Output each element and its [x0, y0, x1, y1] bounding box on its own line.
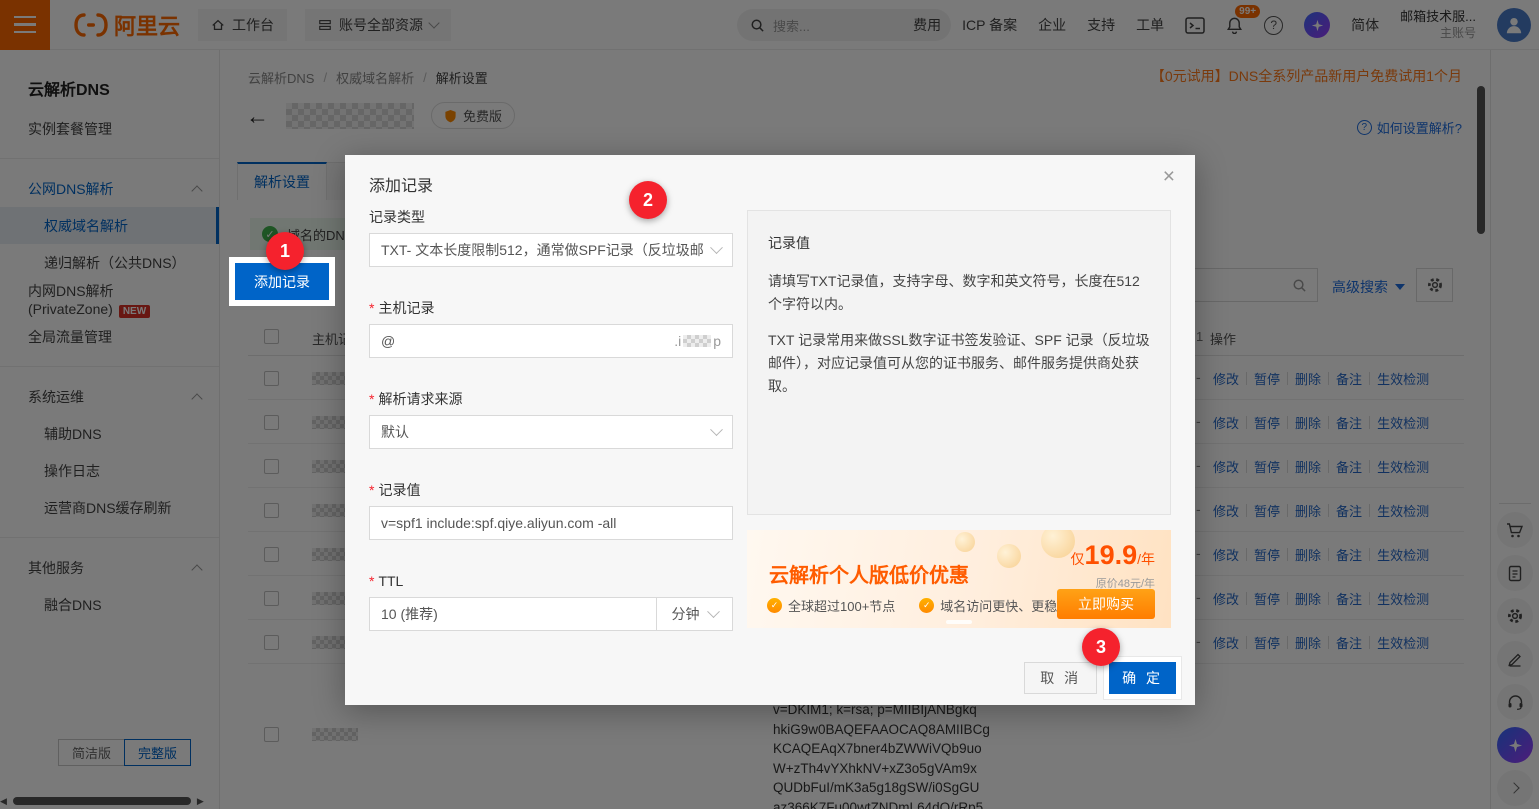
promo-price: 仅 19.9 /年 [1071, 540, 1155, 571]
host-record-input[interactable]: @ .i p [369, 324, 733, 358]
ttl-input[interactable]: 10 (推荐) 分钟 [369, 597, 733, 631]
buy-now-button[interactable]: 立即购买 [1057, 589, 1155, 619]
cancel-button[interactable]: 取 消 [1024, 662, 1097, 694]
help-paragraph-1: 请填写TXT记录值，支持字母、数字和英文符号，长度在512个字符以内。 [768, 270, 1150, 316]
price-prefix: 仅 [1071, 549, 1085, 569]
ttl-unit-value: 分钟 [672, 604, 700, 624]
promo-bullet-text: 域名访问更快、更稳定 [940, 596, 1070, 615]
record-type-value: TXT- 文本长度限制512，通常做SPF记录（反垃圾邮件） [381, 240, 704, 260]
domain-suffix-blurred [683, 335, 711, 347]
record-value-help: 记录值 请填写TXT记录值，支持字母、数字和英文符号，长度在512个字符以内。 … [747, 210, 1171, 515]
host-record-value: @ [381, 333, 395, 349]
record-type-label: 记录类型 [369, 207, 425, 227]
close-icon[interactable]: × [1163, 166, 1175, 188]
field-record-value: *记录值 v=spf1 include:spf.qiye.aliyun.com … [369, 480, 733, 540]
field-host-record: *主机记录 @ .i p [369, 298, 733, 358]
price-unit: /年 [1137, 549, 1155, 569]
promo-bullet-text: 全球超过100+节点 [788, 596, 895, 615]
chevron-down-icon [710, 241, 723, 254]
suffix-suffix: p [713, 333, 721, 349]
chevron-down-icon [707, 605, 720, 618]
check-icon: ✓ [767, 598, 782, 613]
price-value: 19.9 [1085, 540, 1138, 571]
field-request-line: *解析请求来源 默认 [369, 389, 733, 449]
request-line-label: 解析请求来源 [378, 389, 462, 409]
step-badge-1: 1 [266, 232, 304, 270]
record-value-value: v=spf1 include:spf.qiye.aliyun.com -all [381, 515, 616, 531]
request-line-value: 默认 [381, 422, 409, 442]
check-icon: ✓ [919, 598, 934, 613]
record-value-label: 记录值 [378, 480, 420, 500]
required-mark: * [369, 482, 374, 498]
promo-bullet: ✓ 域名访问更快、更稳定 [919, 596, 1070, 615]
promo-bullet: ✓ 全球超过100+节点 [767, 596, 895, 615]
coin-decoration [997, 544, 1021, 568]
carousel-indicator [946, 620, 972, 624]
help-panel: 记录值 请填写TXT记录值，支持字母、数字和英文符号，长度在512个字符以内。 … [747, 210, 1171, 515]
chevron-down-icon [710, 423, 723, 436]
confirm-button[interactable]: 确 定 [1109, 662, 1176, 694]
modal-title: 添加记录 [369, 172, 433, 196]
page: 阿里云 工作台 账号全部资源 搜索... 费用ICP 备案企业支持工单 99+ … [0, 0, 1539, 809]
host-record-domain-suffix: .i p [674, 333, 721, 349]
help-paragraph-2: TXT 记录常用来做SSL数字证书签发验证、SPF 记录（反垃圾邮件），对应记录… [768, 329, 1150, 398]
required-mark: * [369, 573, 374, 589]
record-type-select[interactable]: TXT- 文本长度限制512，通常做SPF记录（反垃圾邮件） [369, 233, 733, 267]
ttl-unit-select[interactable]: 分钟 [656, 598, 732, 630]
field-record-type: 记录类型 TXT- 文本长度限制512，通常做SPF记录（反垃圾邮件） [369, 207, 733, 267]
ttl-label: TTL [378, 573, 403, 589]
field-ttl: *TTL 10 (推荐) 分钟 [369, 571, 733, 631]
required-mark: * [369, 391, 374, 407]
suffix-prefix: .i [674, 333, 681, 349]
add-record-form: 记录类型 TXT- 文本长度限制512，通常做SPF记录（反垃圾邮件） *主机记… [369, 207, 733, 662]
host-record-label: 主机记录 [378, 298, 434, 318]
promo-banner[interactable]: 云解析个人版低价优惠 仅 19.9 /年 原价48元/年 ✓全球超过100+节点… [747, 530, 1171, 628]
record-value-input[interactable]: v=spf1 include:spf.qiye.aliyun.com -all [369, 506, 733, 540]
required-mark: * [369, 300, 374, 316]
step-badge-2: 2 [629, 181, 667, 219]
help-title: 记录值 [768, 233, 1150, 253]
promo-title: 云解析个人版低价优惠 [769, 559, 969, 588]
request-line-select[interactable]: 默认 [369, 415, 733, 449]
step-badge-3: 3 [1082, 628, 1120, 666]
promo-bullets: ✓ 全球超过100+节点 ✓ 域名访问更快、更稳定 [767, 596, 1070, 615]
add-record-modal: 添加记录 × 记录类型 TXT- 文本长度限制512，通常做SPF记录（反垃圾邮… [345, 155, 1195, 705]
ttl-value: 10 (推荐) [370, 604, 648, 624]
coin-decoration [955, 532, 975, 552]
modal-footer: 取 消 确 定 [1024, 662, 1176, 694]
